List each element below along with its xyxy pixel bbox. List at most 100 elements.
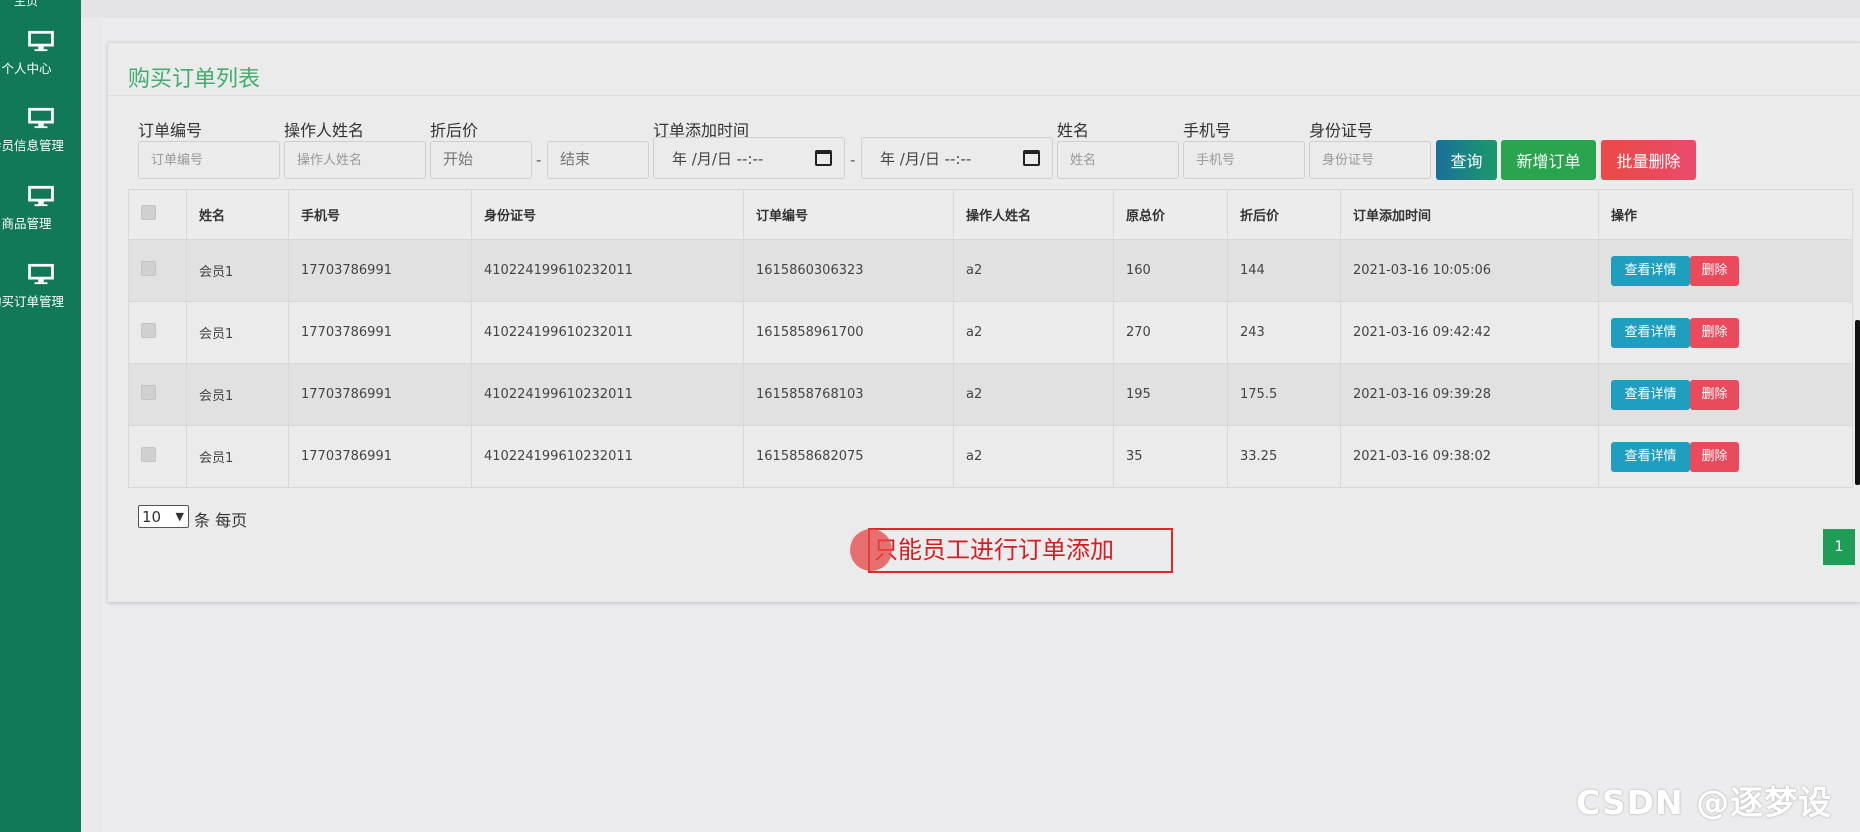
row-select-cell[interactable] [128,239,187,302]
cell-phone: 17703786991 [288,301,472,364]
row-checkbox[interactable] [141,385,156,400]
sidebar-item-label: 购买订单管理 [0,294,64,309]
discount-start-input[interactable] [430,141,532,179]
delete-button[interactable]: 删除 [1690,255,1739,286]
cell-phone: 17703786991 [288,239,472,302]
discount-end-input[interactable] [547,141,649,179]
add-time-separator: - [850,151,856,169]
cell-discount-price: 175.5 [1227,363,1341,426]
order-list-card: 购买订单列表 订单编号 操作人姓名 折后价 订单添加时间 姓名 手机号 身份证号… [108,42,1860,602]
select-all-cell[interactable] [128,189,187,240]
cell-operator: a2 [953,239,1114,302]
delete-button[interactable]: 删除 [1690,317,1739,348]
order-no-label: 订单编号 [138,121,203,140]
cell-discount-price: 243 [1227,301,1341,364]
discount-label: 折后价 [430,121,479,140]
add-order-button[interactable]: 新增订单 [1501,140,1596,180]
cell-original-price: 35 [1113,425,1228,488]
cell-name: 会员1 [186,239,289,302]
cell-actions: 查看详情 删除 [1598,239,1853,302]
sidebar-item-label: 会员信息管理 [0,138,64,153]
row-checkbox[interactable] [141,323,156,338]
page-size-suffix: 条 每页 [194,511,248,530]
view-detail-button[interactable]: 查看详情 [1611,317,1690,348]
cell-name: 会员1 [186,425,289,488]
cell-operator: a2 [953,301,1114,364]
cell-original-price: 270 [1113,301,1228,364]
row-select-cell[interactable] [128,363,187,426]
cell-operator: a2 [953,363,1114,426]
sidebar-item-label: 个人中心 [1,61,52,76]
table-header-row: 姓名 手机号 身份证号 订单编号 操作人姓名 原总价 折后价 订单添加时间 操作 [128,189,1853,240]
cell-order-no: 1615858961700 [743,301,954,364]
cell-add-time: 2021-03-16 09:38:02 [1340,425,1599,488]
cell-actions: 查看详情 删除 [1598,425,1853,488]
title-divider [108,95,1860,96]
batch-delete-button[interactable]: 批量删除 [1601,140,1696,180]
cell-phone: 17703786991 [288,363,472,426]
row-select-cell[interactable] [128,425,187,488]
cell-add-time: 2021-03-16 09:42:42 [1340,301,1599,364]
annotation-textbox[interactable]: 只能员工进行订单添加 [868,528,1173,573]
row-checkbox[interactable] [141,447,156,462]
view-detail-button[interactable]: 查看详情 [1611,255,1690,286]
cell-operator: a2 [953,425,1114,488]
cell-id-card: 410224199610232011 [471,363,744,426]
monitor-icon [27,30,54,52]
monitor-icon [27,263,54,285]
sidebar-item-label: 商品管理 [1,216,52,231]
view-detail-button[interactable]: 查看详情 [1611,379,1690,410]
table-row: 会员1 17703786991 410224199610232011 16158… [128,425,1853,488]
cell-add-time: 2021-03-16 09:39:28 [1340,363,1599,426]
page-button-1[interactable]: 1 [1823,529,1855,565]
delete-button[interactable]: 删除 [1690,441,1739,472]
table-row: 会员1 17703786991 410224199610232011 16158… [128,239,1853,302]
chevron-down-icon: ▼ [175,510,184,523]
query-button[interactable]: 查询 [1436,140,1497,180]
calendar-icon[interactable] [815,150,832,166]
phone-input[interactable] [1183,141,1305,179]
delete-button[interactable]: 删除 [1690,379,1739,410]
cell-id-card: 410224199610232011 [471,301,744,364]
page-size-select[interactable]: 10 ▼ [138,505,189,528]
monitor-icon [27,107,54,129]
calendar-icon[interactable] [1023,150,1040,166]
sidebar-item-products[interactable]: 商品管理 [0,185,81,255]
cell-original-price: 195 [1113,363,1228,426]
watermark: CSDN @逐梦设计 [1576,783,1833,832]
column-header: 订单添加时间 [1340,189,1599,240]
add-time-end-input[interactable]: 年 /月/日 --:-- [861,137,1053,179]
scrollbar-handle[interactable] [1855,320,1860,485]
column-header: 原总价 [1113,189,1228,240]
top-band [81,0,1860,18]
column-header: 操作人姓名 [953,189,1114,240]
column-header: 操作 [1598,189,1853,240]
column-header: 手机号 [288,189,472,240]
sidebar: 主页 个人中心 会员信息管理 商品管理 购买订单管理 [0,0,81,832]
sidebar-item-personal-center[interactable]: 个人中心 [0,30,81,100]
row-checkbox[interactable] [141,261,156,276]
column-header: 姓名 [186,189,289,240]
sidebar-top-label[interactable]: 主页 [14,0,38,9]
column-header: 折后价 [1227,189,1341,240]
cell-name: 会员1 [186,301,289,364]
row-select-cell[interactable] [128,301,187,364]
operator-label: 操作人姓名 [284,121,365,140]
table-row: 会员1 17703786991 410224199610232011 16158… [128,363,1853,426]
sidebar-item-member-info[interactable]: 会员信息管理 [0,107,81,177]
operator-input[interactable] [284,141,426,179]
view-detail-button[interactable]: 查看详情 [1611,441,1690,472]
select-all-checkbox[interactable] [141,205,156,220]
date-start-value: 年 /月/日 --:-- [672,149,764,168]
discount-separator: - [536,151,542,169]
add-time-start-input[interactable]: 年 /月/日 --:-- [653,137,845,179]
sidebar-item-purchase-orders[interactable]: 购买订单管理 [0,263,81,333]
id-card-input[interactable] [1309,141,1431,179]
cell-name: 会员1 [186,363,289,426]
cell-discount-price: 144 [1227,239,1341,302]
order-no-input[interactable] [138,141,280,179]
cell-phone: 17703786991 [288,425,472,488]
cursor-highlight [850,529,892,571]
name-label: 姓名 [1057,121,1090,140]
name-input[interactable] [1057,141,1179,179]
